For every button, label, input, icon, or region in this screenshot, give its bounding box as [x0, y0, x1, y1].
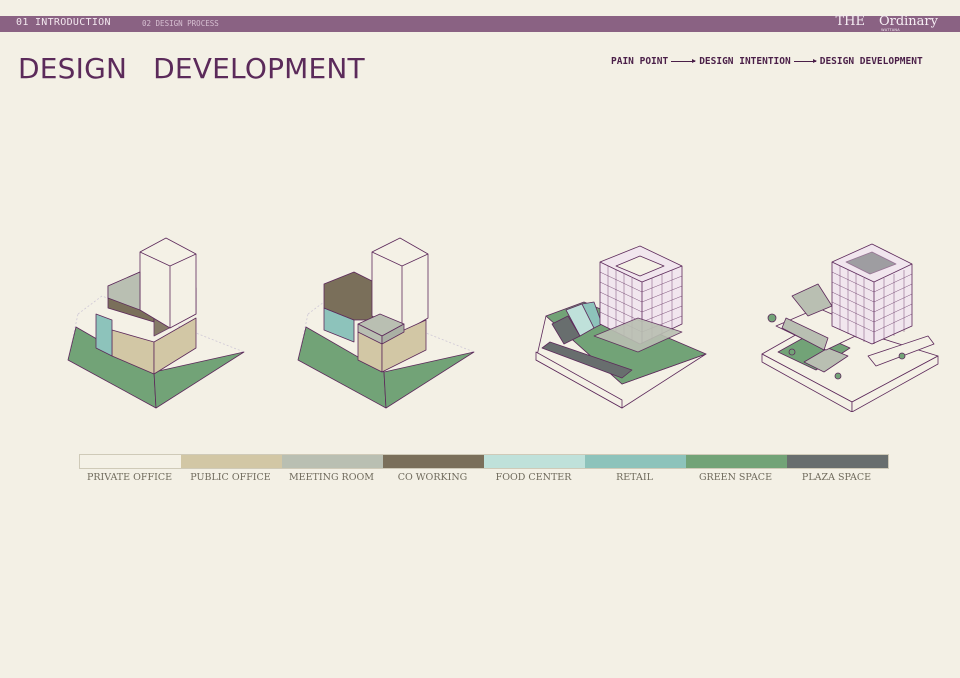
process-flow: PAIN POINT DESIGN INTENTION DESIGN DEVEL… [611, 55, 923, 67]
legend-label-retail: RETAIL [616, 472, 653, 483]
legend-color-bar [79, 454, 889, 469]
header-bar: 01 INTRODUCTION 02 DESIGN PROCESS THE Ord… [0, 14, 960, 32]
legend-swatch-private-office [80, 455, 181, 468]
legend-label-co-working: CO WORKING [397, 472, 468, 483]
legend-label-private-office: PRIVATE OFFICE [86, 472, 173, 483]
legend-swatch-plaza-space [787, 455, 888, 468]
brand-the: THE [835, 14, 865, 29]
flow-step-pain-point[interactable]: PAIN POINT [611, 56, 668, 67]
legend-swatch-public-office [181, 455, 282, 468]
brand-logo: THE Ordinary [835, 14, 938, 29]
nav-introduction[interactable]: 01 INTRODUCTION [16, 17, 111, 28]
flow-step-design-intention[interactable]: DESIGN INTENTION [699, 56, 791, 67]
massing-model-1 [67, 237, 245, 409]
page-title-word1: DESIGN [18, 52, 128, 85]
nav-design-process[interactable]: 02 DESIGN PROCESS [142, 19, 219, 28]
legend-swatch-meeting-room [282, 455, 383, 468]
legend-label-plaza-space: PLAZA SPACE [801, 472, 872, 483]
massing-model-3 [535, 245, 707, 409]
page-title-word2: DEVELOPMENT [153, 52, 365, 85]
legend-swatch-food-center [484, 455, 585, 468]
flow-arrow-icon [793, 58, 817, 63]
legend-labels: PRIVATE OFFICE PUBLIC OFFICE MEETING ROO… [79, 472, 887, 483]
brand-subtitle: WATTANA [881, 28, 900, 32]
flow-arrow-icon [671, 58, 697, 63]
massing-model-2 [297, 237, 475, 409]
legend-label-public-office: PUBLIC OFFICE [190, 472, 271, 483]
legend-swatch-green-space [686, 455, 787, 468]
legend-swatch-retail [585, 455, 686, 468]
legend-label-food-center: FOOD CENTER [495, 472, 572, 483]
massing-model-4 [761, 243, 939, 412]
legend-swatch-co-working [383, 455, 484, 468]
flow-step-design-development[interactable]: DESIGN DEVELOPMENT [820, 56, 923, 67]
legend-label-green-space: GREEN SPACE [698, 472, 773, 483]
brand-name: Ordinary [878, 14, 938, 29]
page-title: DESIGN DEVELOPMENT [18, 52, 365, 85]
legend-label-meeting-room: MEETING ROOM [288, 472, 375, 483]
